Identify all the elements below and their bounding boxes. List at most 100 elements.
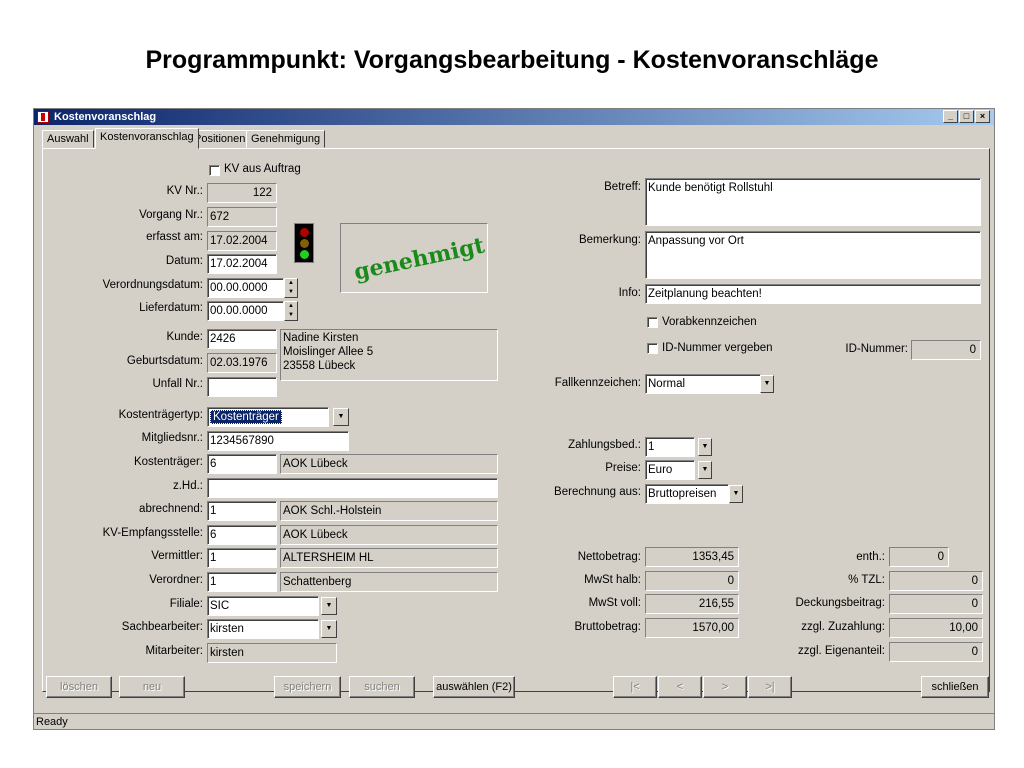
kostenvoranschlag-panel: KV aus Auftrag KV Nr.: 122 Vorgang Nr.: …: [42, 148, 990, 698]
kunde-label: Kunde:: [166, 331, 203, 343]
sachbearbeiter-select[interactable]: kirsten: [207, 619, 319, 639]
auswaehlen-button[interactable]: auswählen (F2): [433, 676, 515, 698]
schliessen-button[interactable]: schließen: [921, 676, 989, 698]
mwst-halb-label: MwSt halb:: [584, 574, 641, 586]
id-nummer-vergeben-label: ID-Nummer vergeben: [662, 342, 773, 354]
kunde-input[interactable]: 2426: [207, 329, 277, 349]
geburtsdatum-field: 02.03.1976: [207, 353, 277, 373]
zhd-label: z.Hd.:: [172, 480, 203, 492]
zzgl-eigenanteil-label: zzgl. Eigenanteil:: [798, 645, 885, 657]
first-record-button[interactable]: |<: [613, 676, 657, 698]
kostentraegertyp-label: Kostenträgertyp:: [118, 409, 203, 421]
deckungsbeitrag-field: 0: [889, 594, 983, 614]
tzl-label: % TZL:: [848, 574, 885, 586]
window-controls: _ □ ×: [943, 110, 990, 123]
kv-empfangsstelle-name: AOK Lübeck: [280, 525, 498, 545]
speichern-button[interactable]: speichern: [274, 676, 341, 698]
zahlungsbed-select[interactable]: 1: [645, 437, 695, 457]
vorgang-nr-field: 672: [207, 207, 277, 227]
mitgliedsnr-input[interactable]: 1234567890: [207, 431, 349, 451]
next-record-button[interactable]: >: [703, 676, 747, 698]
loeschen-button[interactable]: löschen: [46, 676, 112, 698]
kostentraegertyp-dropdown-icon[interactable]: ▼: [333, 408, 349, 426]
datum-input[interactable]: 17.02.2004: [207, 254, 277, 274]
kv-nr-field: 122: [207, 183, 277, 203]
preise-select[interactable]: Euro: [645, 460, 695, 480]
zahlungsbed-label: Zahlungsbed.:: [568, 439, 641, 451]
lieferdatum-input[interactable]: 00.00.0000: [207, 301, 284, 321]
abrechnend-label: abrechnend:: [139, 503, 203, 515]
kv-empfangsstelle-label: KV-Empfangsstelle:: [102, 527, 203, 539]
kostentraeger-name: AOK Lübeck: [280, 454, 498, 474]
neu-button[interactable]: neu: [119, 676, 185, 698]
mwst-voll-field: 216,55: [645, 594, 739, 614]
id-nummer-vergeben-checkbox[interactable]: [647, 343, 658, 354]
mitarbeiter-field: kirsten: [207, 643, 337, 663]
verordner-name: Schattenberg: [280, 572, 498, 592]
kunde-city: 23558 Lübeck: [283, 360, 356, 372]
verordnungsdatum-input[interactable]: 00.00.0000: [207, 278, 284, 298]
zhd-input[interactable]: [207, 478, 498, 498]
betreff-textarea[interactable]: Kunde benötigt Rollstuhl: [645, 178, 981, 226]
bruttobetrag-field: 1570,00: [645, 618, 739, 638]
id-nummer-label: ID-Nummer:: [845, 343, 908, 355]
sachbearbeiter-dropdown-icon[interactable]: ▼: [321, 620, 337, 638]
lieferdatum-spinner[interactable]: ▲ ▼: [284, 301, 298, 321]
verordner-input[interactable]: 1: [207, 572, 277, 592]
tzl-field: 0: [889, 571, 983, 591]
window-title: Kostenvoranschlag: [54, 111, 157, 123]
filiale-dropdown-icon[interactable]: ▼: [321, 597, 337, 615]
kv-empfangsstelle-input[interactable]: 6: [207, 525, 277, 545]
suchen-button[interactable]: suchen: [349, 676, 415, 698]
maximize-button[interactable]: □: [959, 110, 974, 123]
id-nummer-field: 0: [911, 340, 981, 360]
tab-kostenvoranschlag[interactable]: Kostenvoranschlag: [95, 128, 199, 149]
bruttobetrag-label: Bruttobetrag:: [574, 621, 641, 633]
fallkennzeichen-dropdown-icon[interactable]: ▼: [760, 375, 774, 393]
nettobetrag-label: Nettobetrag:: [577, 551, 641, 563]
sachbearbeiter-label: Sachbearbeiter:: [121, 621, 203, 633]
berechnung-aus-dropdown-icon[interactable]: ▼: [729, 485, 743, 503]
close-button[interactable]: ×: [975, 110, 990, 123]
unfall-nr-input[interactable]: [207, 377, 277, 397]
enth-field: 0: [889, 547, 949, 567]
kv-aus-auftrag-checkbox[interactable]: [209, 165, 220, 176]
verordnungsdatum-spinner[interactable]: ▲ ▼: [284, 278, 298, 298]
filiale-select[interactable]: SIC: [207, 596, 319, 616]
fallkennzeichen-select[interactable]: Normal: [645, 374, 761, 394]
vorabkennzeichen-checkbox[interactable]: [647, 317, 658, 328]
vorgang-nr-label: Vorgang Nr.:: [139, 209, 203, 221]
bemerkung-textarea[interactable]: Anpassung vor Ort: [645, 231, 981, 279]
deckungsbeitrag-label: Deckungsbeitrag:: [795, 597, 886, 609]
last-record-button[interactable]: >|: [748, 676, 792, 698]
tab-genehmigung[interactable]: Genehmigung: [246, 130, 326, 148]
mitarbeiter-label: Mitarbeiter:: [145, 645, 203, 657]
berechnung-aus-select[interactable]: Bruttopreisen: [645, 484, 729, 504]
kv-nr-label: KV Nr.:: [166, 185, 203, 197]
slide-title: Programmpunkt: Vorgangsbearbeitung - Kos…: [145, 46, 879, 74]
bemerkung-label: Bemerkung:: [578, 234, 641, 246]
verordner-label: Verordner:: [149, 574, 203, 586]
vermittler-label: Vermittler:: [151, 550, 203, 562]
mitgliedsnr-label: Mitgliedsnr.:: [141, 432, 203, 444]
tab-auswahl[interactable]: Auswahl: [42, 130, 94, 148]
kostentraeger-label: Kostenträger:: [133, 456, 203, 468]
info-input[interactable]: Zeitplanung beachten!: [645, 284, 981, 304]
erfasst-am-label: erfasst am:: [146, 231, 203, 243]
status-bar: Ready: [34, 713, 994, 730]
minimize-button[interactable]: _: [943, 110, 958, 123]
preise-dropdown-icon[interactable]: ▼: [698, 461, 712, 479]
datum-label: Datum:: [165, 255, 203, 267]
prev-record-button[interactable]: <: [658, 676, 702, 698]
betreff-label: Betreff:: [604, 181, 641, 193]
zzgl-eigenanteil-field: 0: [889, 642, 983, 662]
kostentraeger-input[interactable]: 6: [207, 454, 277, 474]
zahlungsbed-dropdown-icon[interactable]: ▼: [698, 438, 712, 456]
erfasst-am-field: 17.02.2004: [207, 231, 277, 251]
kostentraegertyp-value: Kostenträger: [210, 410, 282, 424]
kostentraegertyp-select[interactable]: Kostenträger: [207, 407, 329, 427]
status-stamp-box: genehmigt: [340, 223, 488, 293]
vermittler-input[interactable]: 1: [207, 548, 277, 568]
abrechnend-input[interactable]: 1: [207, 501, 277, 521]
fallkennzeichen-label: Fallkennzeichen:: [554, 377, 641, 389]
